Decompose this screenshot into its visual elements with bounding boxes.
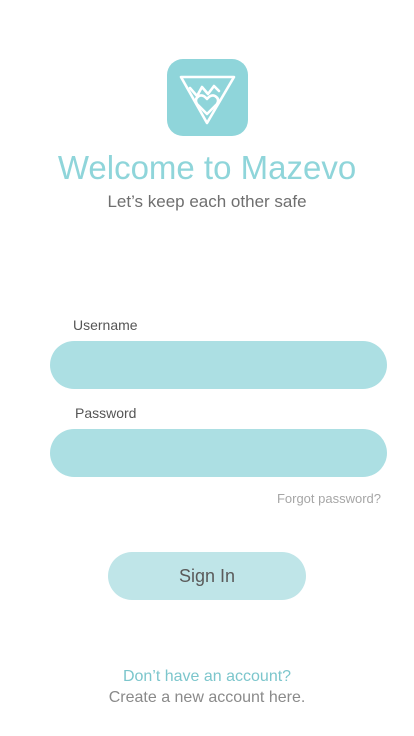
- page-title: Welcome to Mazevo: [57, 149, 357, 186]
- no-account-link[interactable]: Don’t have an account?: [0, 667, 414, 687]
- create-account-text: Create a new account here.: [108, 689, 306, 706]
- password-label: Password: [75, 405, 137, 421]
- forgot-password-link[interactable]: Forgot password?: [277, 491, 381, 507]
- sign-in-button[interactable]: Sign In: [108, 552, 306, 600]
- page-subtitle: Let’s keep each other safe: [107, 192, 307, 211]
- username-label: Username: [73, 317, 138, 333]
- mazevo-logo-icon: [167, 59, 248, 136]
- password-input[interactable]: [50, 429, 387, 477]
- username-input[interactable]: [50, 341, 387, 389]
